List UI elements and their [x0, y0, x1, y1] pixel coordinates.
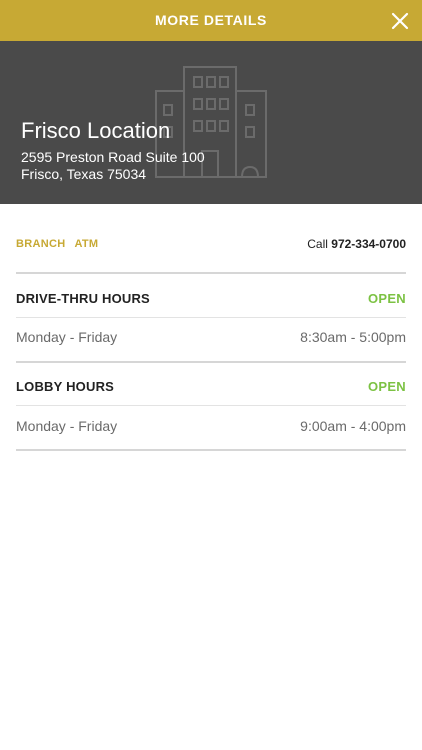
call-link[interactable]: Call 972-334-0700: [307, 237, 406, 251]
drive-thru-title: DRIVE-THRU HOURS: [16, 291, 150, 306]
drive-thru-hours: 8:30am - 5:00pm: [300, 329, 406, 345]
phone-number[interactable]: 972-334-0700: [331, 237, 406, 251]
divider: [16, 405, 406, 406]
divider: [16, 449, 406, 451]
location-hero: Frisco Location 2595 Preston Road Suite …: [0, 41, 422, 204]
address-line-1: 2595 Preston Road Suite 100: [21, 149, 205, 165]
call-label: Call: [307, 237, 328, 251]
address-line-2: Frisco, Texas 75034: [21, 166, 147, 182]
divider: [16, 361, 406, 363]
drive-thru-days: Monday - Friday: [16, 329, 118, 345]
service-tags: BRANCH ATM: [16, 238, 107, 250]
lobby-title: LOBBY HOURS: [16, 379, 115, 394]
close-button[interactable]: [388, 9, 412, 33]
close-icon: [391, 12, 409, 30]
header-bar: MORE DETAILS: [0, 0, 422, 41]
location-name: Frisco Location: [21, 118, 171, 143]
page-title: MORE DETAILS: [155, 12, 267, 28]
lobby-hours: 9:00am - 4:00pm: [300, 418, 406, 434]
divider: [16, 317, 406, 318]
tag-atm: ATM: [74, 238, 99, 250]
lobby-status-badge: OPEN: [367, 379, 406, 394]
lobby-days: Monday - Friday: [16, 418, 118, 434]
tag-branch: BRANCH: [16, 238, 66, 250]
drive-thru-status-badge: OPEN: [367, 291, 406, 306]
divider: [16, 272, 406, 274]
